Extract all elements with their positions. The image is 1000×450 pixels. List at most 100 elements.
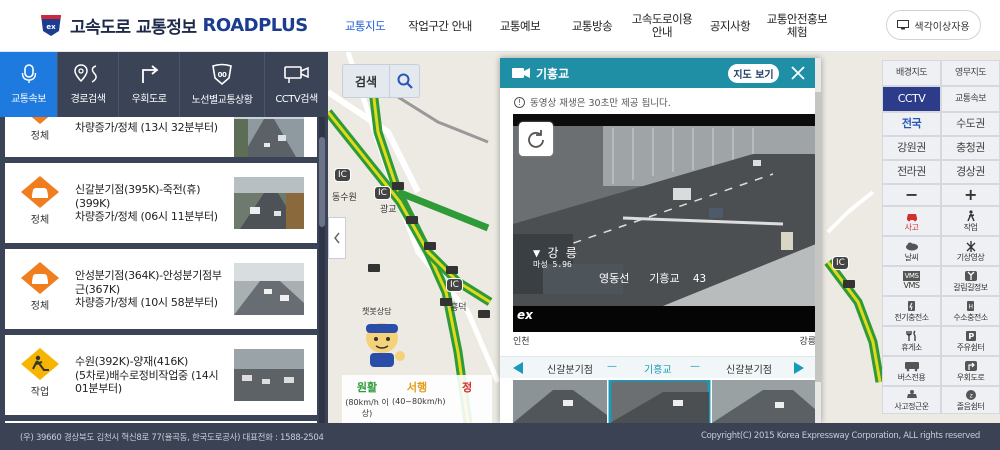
tool-base-map[interactable]: 배경지도: [882, 60, 941, 86]
cctv-popup-scrollbar-thumb[interactable]: [815, 92, 821, 382]
next-cctv-arrow-icon[interactable]: [793, 362, 805, 374]
collapse-panel-button[interactable]: [328, 217, 346, 259]
refresh-button[interactable]: [519, 122, 553, 156]
chatbot-mascot-icon[interactable]: [354, 320, 410, 368]
list-scrollbar-thumb[interactable]: [319, 137, 325, 227]
tab-route-traffic[interactable]: 00 노선별교통상황: [180, 52, 265, 117]
prev-cctv-arrow-icon[interactable]: [512, 362, 524, 374]
layer-drowsy-shelter[interactable]: z 졸음쉼터: [941, 386, 1000, 414]
cctv-video-player[interactable]: ▼ 강 릉 마성 5.96 영동선 기흥교 43 ex: [513, 114, 816, 332]
tool-region-jeolla[interactable]: 전라권: [882, 160, 941, 184]
accident-prone-icon: [906, 389, 917, 398]
tool-satellite-map[interactable]: 영무지도: [941, 60, 1000, 86]
cctv-thumb-prev: [513, 380, 607, 423]
tab-route-search[interactable]: 경로검색: [58, 52, 119, 117]
speed-legend-slow: 서행 (40~80km/h): [392, 375, 446, 423]
layer-work[interactable]: 작업: [941, 206, 1000, 236]
close-icon[interactable]: [788, 63, 808, 83]
nav-traffic-forecast[interactable]: 교통예보: [484, 0, 556, 52]
current-cctv-name: 기흥교: [644, 365, 672, 376]
layer-label: 날씨: [904, 252, 919, 262]
prev-cctv-name[interactable]: 신갈분기점: [547, 361, 593, 376]
tool-traffic-news[interactable]: 교통속보: [941, 86, 1000, 112]
tab-traffic-news[interactable]: 교통속보: [0, 52, 58, 117]
zoom-in-button[interactable]: +: [941, 184, 1000, 206]
layer-vms[interactable]: VMS VMS: [882, 266, 941, 296]
map-view-button[interactable]: 지도 보기: [728, 64, 779, 83]
news-text: 안성분기점(364K)-안성분기점부근(367K) 차량증가/정체 (10시 5…: [75, 269, 222, 309]
layer-junction-info[interactable]: 갈림길정보: [941, 266, 1000, 296]
congestion-car-icon: [21, 262, 59, 294]
layer-detour[interactable]: 우회도로: [941, 356, 1000, 386]
site-logo[interactable]: ex 고속도로 교통정보 ROADPLUS: [38, 12, 308, 38]
left-tabbar: 교통속보 경로검색 우회도로 00 노선별교통상황 CCTV검색: [0, 52, 328, 117]
tool-cctv[interactable]: CCTV: [882, 86, 941, 112]
tab-route-traffic-label: 노선별교통상황: [191, 95, 253, 106]
cctv-popup: 기흥교 지도 보기 ! 동영상 재생은 30초만 제공 됩니다. ▼ 강 릉 마…: [500, 58, 821, 423]
tool-region-capital[interactable]: 수도권: [941, 112, 1000, 136]
tool-region-nationwide[interactable]: 전국: [882, 112, 941, 136]
layer-ev-charger[interactable]: 전기충전소: [882, 296, 941, 326]
video-watermark: ex: [517, 308, 533, 322]
congestion-badge: 정체: [18, 117, 62, 142]
tool-region-chungcheong[interactable]: 충청권: [941, 136, 1000, 160]
tab-detour[interactable]: 우회도로: [119, 52, 180, 117]
layer-label: 버스전용: [897, 372, 926, 382]
left-panel: 교통속보 경로검색 우회도로 00 노선별교통상황 CCTV검색 정체 차량증가…: [0, 52, 328, 423]
next-cctv-name[interactable]: 신갈분기점: [726, 361, 772, 376]
cctv-thumbnails: [513, 378, 816, 423]
search-icon[interactable]: [389, 65, 419, 97]
cctv-thumbnail[interactable]: [234, 263, 304, 315]
cctv-thumbnail[interactable]: [234, 117, 304, 157]
layer-gas-station[interactable]: P 주유쉼터: [941, 326, 1000, 356]
cctv-popup-title: 기흥교: [536, 66, 570, 81]
svg-text:H: H: [968, 303, 972, 310]
cctv-thumbnail[interactable]: [234, 349, 304, 401]
color-blind-mode-button[interactable]: 색각이상자용: [886, 10, 981, 40]
site-brand: ROADPLUS: [202, 14, 309, 36]
list-item[interactable]: 작업 수원(392K)-양재(416K) (5차로)배수로정비작업중 (14시 …: [5, 335, 317, 415]
cctv-popup-scrollbar[interactable]: [815, 58, 821, 423]
expressway-logo-icon: ex: [41, 15, 61, 36]
nav-highway-guide[interactable]: 고속도로이용안내: [628, 0, 696, 52]
cctv-thumbnail-image: [234, 349, 304, 401]
tool-region-gangwon[interactable]: 강원권: [882, 136, 941, 160]
zoom-out-button[interactable]: −: [882, 184, 941, 206]
map-search-box[interactable]: 검색: [342, 64, 420, 98]
status-badge: 정체: [30, 215, 50, 226]
highway-shield-icon: 00: [212, 63, 232, 85]
cctv-thumbnail-image: [234, 263, 304, 315]
ev-charger-icon: [907, 300, 915, 311]
footer-address: (우) 39660 경상북도 김천시 혁신8로 77(율곡동, 한국도로공사) …: [20, 433, 324, 443]
nav-notice[interactable]: 공지사항: [696, 0, 764, 52]
list-item[interactable]: 정체 안성분기점(364K)-안성분기점부근(367K) 차량증가/정체 (10…: [5, 249, 317, 329]
layer-hydrogen-charger[interactable]: H 수소충전소: [941, 296, 1000, 326]
footer: (우) 39660 경상북도 김천시 혁신8로 77(율곡동, 한국도로공사) …: [0, 423, 1000, 450]
list-item[interactable]: 정체 신갈분기점(395K)-죽전(휴)(399K) 차량증가/정체 (06시 …: [5, 163, 317, 243]
layer-accident-prone[interactable]: 사고정근운: [882, 386, 941, 414]
tab-cctv-search[interactable]: CCTV검색: [265, 52, 328, 117]
layer-label: 휴게소: [901, 342, 922, 352]
nav-work-zone[interactable]: 작업구간 안내: [396, 0, 484, 52]
tool-region-gyeongsang[interactable]: 경상권: [941, 160, 1000, 184]
nav-separator: —: [690, 361, 700, 372]
layer-weather-video[interactable]: 기상영상: [941, 236, 1000, 266]
layer-bus-lane[interactable]: 버스전용: [882, 356, 941, 386]
nav-traffic-broadcast[interactable]: 교통방송: [556, 0, 628, 52]
layer-rest-area[interactable]: 휴게소: [882, 326, 941, 356]
nav-traffic-map[interactable]: 교통지도: [334, 0, 396, 52]
detour-arrow-icon: [142, 65, 159, 83]
layer-accident[interactable]: 사고: [882, 206, 941, 236]
junction-icon: [964, 270, 977, 281]
nav-safety-promo[interactable]: 교통안전홍보체험: [764, 0, 830, 52]
map-search-label: 검색: [354, 74, 378, 89]
layer-label: 기상영상: [956, 252, 985, 262]
bus-icon: [904, 361, 919, 371]
list-scrollbar[interactable]: [319, 117, 325, 423]
cctv-thumbnail[interactable]: [234, 177, 304, 229]
header: ex 고속도로 교통정보 ROADPLUS 교통지도 작업구간 안내 교통예보 …: [0, 0, 1000, 52]
tab-route-search-label: 경로검색: [70, 94, 106, 105]
list-item[interactable]: 정체 차량증가/정체 (13시 32분부터): [5, 117, 317, 157]
layer-weather[interactable]: 날씨: [882, 236, 941, 266]
news-text: 차량증가/정체 (13시 32분부터): [75, 121, 218, 134]
